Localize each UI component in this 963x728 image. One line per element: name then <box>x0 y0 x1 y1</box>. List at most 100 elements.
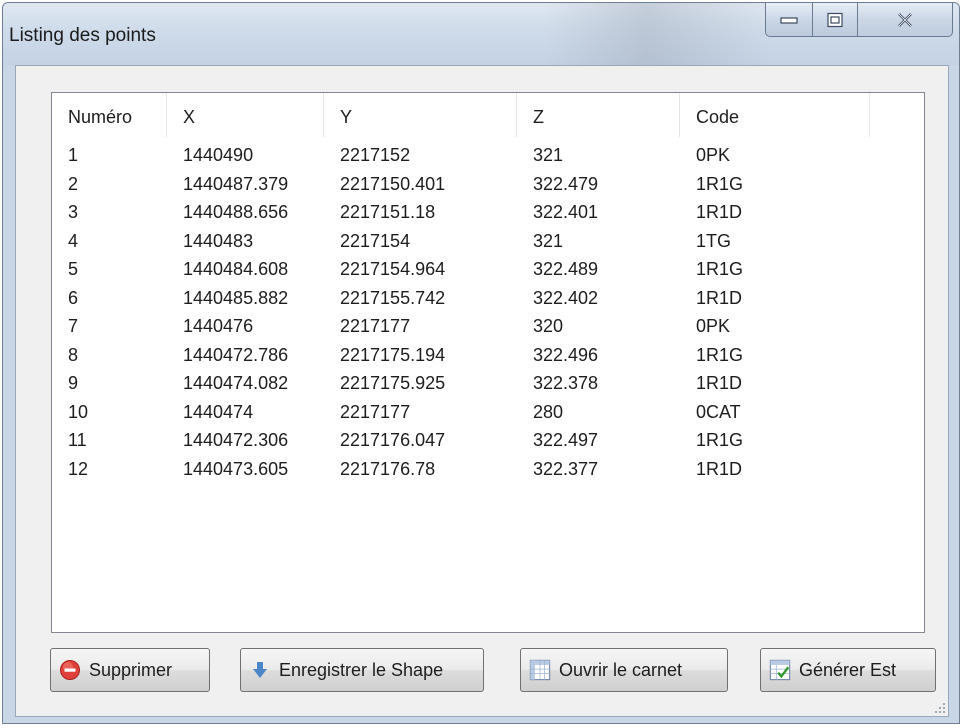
maximize-button[interactable] <box>812 3 858 37</box>
close-button[interactable] <box>857 3 953 37</box>
cell-y: 2217154 <box>340 230 411 251</box>
cell-z: 322.401 <box>533 202 599 222</box>
cell-z: 322.479 <box>533 173 599 194</box>
list-row[interactable]: 5 1440484.608 2217154.964 322.489 1R1G <box>52 255 924 284</box>
down-arrow-icon <box>249 659 271 681</box>
generate-button-label: Générer Est <box>799 659 897 680</box>
cell-code: 0PK <box>696 316 731 336</box>
cell-y: 2217175.925 <box>340 373 446 393</box>
cell-numero: 3 <box>68 202 79 222</box>
window-title: Listing des points <box>9 25 156 46</box>
cell-y: 2217150.401 <box>340 173 446 194</box>
cell-numero: 10 <box>68 401 89 422</box>
cell-x: 1440472.786 <box>183 344 289 365</box>
cell-x: 1440474.082 <box>183 373 289 393</box>
generate-button[interactable]: Générer Est <box>760 648 936 692</box>
cell-z: 322.496 <box>533 344 599 365</box>
cell-numero: 11 <box>68 430 87 450</box>
cell-code: 1R1D <box>696 458 743 479</box>
maximize-icon <box>827 12 843 27</box>
cell-numero: 4 <box>68 230 79 251</box>
column-header-numero[interactable]: Numéro <box>52 93 167 137</box>
cell-z: 322.378 <box>533 373 599 393</box>
cell-y: 2217176.78 <box>340 458 436 479</box>
list-row[interactable]: 1 1440490 2217152 321 0PK <box>52 141 924 170</box>
cell-x: 1440490 <box>183 145 254 165</box>
generate-icon <box>769 659 791 681</box>
list-header: Numéro X Y Z Code <box>52 93 924 137</box>
minimize-icon <box>780 16 798 24</box>
save-shape-button[interactable]: Enregistrer le Shape <box>240 648 484 692</box>
cell-x: 1440487.379 <box>183 173 289 194</box>
cell-x: 1440483 <box>183 230 254 251</box>
list-row[interactable]: 3 1440488.656 2217151.18 322.401 1R1D <box>52 198 924 227</box>
cell-y: 2217152 <box>340 145 411 165</box>
cell-x: 1440485.882 <box>183 287 289 308</box>
cell-x: 1440484.608 <box>183 259 289 279</box>
cell-z: 322.377 <box>533 458 599 479</box>
delete-icon <box>59 659 81 681</box>
column-header-code[interactable]: Code <box>680 93 870 137</box>
cell-numero: 6 <box>68 287 79 308</box>
open-notebook-button[interactable]: Ouvrir le carnet <box>520 648 728 692</box>
list-row[interactable]: 4 1440483 2217154 321 1TG <box>52 227 924 256</box>
cell-y: 2217151.18 <box>340 202 436 222</box>
list-row[interactable]: 12 1440473.605 2217176.78 322.377 1R1D <box>52 455 924 484</box>
resize-grip-icon[interactable] <box>932 700 946 714</box>
cell-numero: 9 <box>68 373 79 393</box>
cell-code: 1TG <box>696 230 732 251</box>
list-row[interactable]: 9 1440474.082 2217175.925 322.378 1R1D <box>52 369 924 398</box>
points-list[interactable]: Numéro X Y Z Code 1 1440490 2217152 321 0PK … <box>51 92 925 633</box>
column-header-empty <box>870 93 924 137</box>
cell-code: 1R1D <box>696 287 743 308</box>
cell-y: 2217177 <box>340 401 411 422</box>
notebook-icon <box>529 659 551 681</box>
cell-numero: 1 <box>68 145 79 165</box>
client-area: Numéro X Y Z Code 1 1440490 2217152 321 0PK … <box>15 65 949 717</box>
cell-numero: 2 <box>68 173 79 194</box>
save-shape-button-label: Enregistrer le Shape <box>279 659 444 680</box>
cell-x: 1440474 <box>183 401 254 422</box>
cell-y: 2217176.047 <box>340 430 446 450</box>
cell-y: 2217177 <box>340 316 411 336</box>
cell-x: 1440476 <box>183 316 254 336</box>
cell-z: 321 <box>533 145 564 165</box>
cell-z: 321 <box>533 230 564 251</box>
cell-numero: 7 <box>68 316 79 336</box>
cell-code: 1R1G <box>696 344 744 365</box>
list-row[interactable]: 10 1440474 2217177 280 0CAT <box>52 398 924 427</box>
list-row[interactable]: 7 1440476 2217177 320 0PK <box>52 312 924 341</box>
list-rows: 1 1440490 2217152 321 0PK 2 1440487.379 221715… <box>52 141 924 483</box>
list-row[interactable]: 11 1440472.306 2217176.047 322.497 1R1G <box>52 426 924 455</box>
cell-y: 2217155.742 <box>340 287 446 308</box>
cell-numero: 8 <box>68 344 79 365</box>
cell-z: 322.497 <box>533 430 599 450</box>
cell-z: 280 <box>533 401 564 422</box>
cell-x: 1440488.656 <box>183 202 289 222</box>
delete-button[interactable]: Supprimer <box>50 648 210 692</box>
cell-code: 0CAT <box>696 401 741 422</box>
column-header-z[interactable]: Z <box>517 93 680 137</box>
delete-button-label: Supprimer <box>89 659 173 680</box>
column-header-x[interactable]: X <box>167 93 324 137</box>
list-row[interactable]: 6 1440485.882 2217155.742 322.402 1R1D <box>52 284 924 313</box>
cell-numero: 12 <box>68 458 89 479</box>
list-row[interactable]: 8 1440472.786 2217175.194 322.496 1R1G <box>52 341 924 370</box>
cell-x: 1440472.306 <box>183 430 289 450</box>
cell-z: 322.489 <box>533 259 599 279</box>
cell-code: 1R1D <box>696 202 743 222</box>
column-header-y[interactable]: Y <box>324 93 517 137</box>
cell-x: 1440473.605 <box>183 458 289 479</box>
cell-numero: 5 <box>68 259 79 279</box>
list-row[interactable]: 2 1440487.379 2217150.401 322.479 1R1G <box>52 170 924 199</box>
cell-z: 322.402 <box>533 287 599 308</box>
open-notebook-button-label: Ouvrir le carnet <box>559 659 683 680</box>
minimize-button[interactable] <box>765 3 813 37</box>
cell-y: 2217175.194 <box>340 344 446 365</box>
title-bar[interactable]: Listing des points <box>3 3 959 65</box>
window: Listing des points Numéro X Y Z Code 1 1… <box>2 2 960 724</box>
cell-code: 1R1G <box>696 430 744 450</box>
cell-code: 1R1D <box>696 373 743 393</box>
cell-code: 1R1G <box>696 259 744 279</box>
close-icon <box>898 12 912 27</box>
